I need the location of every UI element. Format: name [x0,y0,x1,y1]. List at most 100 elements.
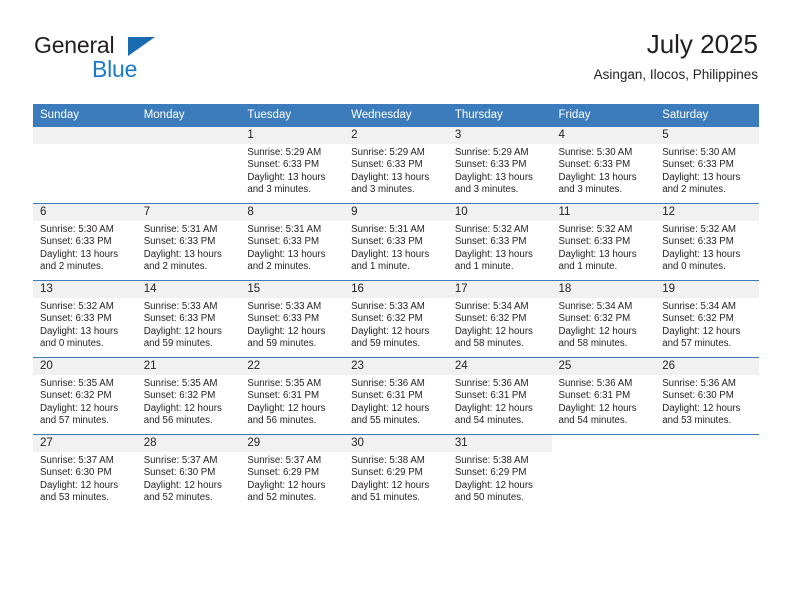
calendar-cell [136,127,241,204]
day-number: 1 [240,127,345,144]
daylight-text-line1: Daylight: 13 hours [558,248,637,260]
triangle-icon [128,37,155,56]
daylight-text-line2: and 1 minute. [454,260,514,272]
day-number: 6 [33,204,137,221]
calendar-day-cell[interactable]: 11 Sunrise: 5:32 AM Sunset: 6:33 PM Dayligh… [551,204,656,280]
calendar-day-cell[interactable]: 9 Sunrise: 5:31 AM Sunset: 6:33 PM Daylight… [344,204,448,280]
sunset-text: Sunset: 6:33 PM [143,236,216,248]
calendar-day-cell[interactable]: 29 Sunrise: 5:37 AM Sunset: 6:29 PM Dayligh… [240,435,345,511]
brand-logo[interactable]: General Blue [34,32,254,92]
sunrise-text: Sunrise: 5:29 AM [454,147,529,158]
calendar-cell: 16 Sunrise: 5:33 AM Sunset: 6:32 PM Dayligh… [344,280,448,358]
day-details: Sunrise: 5:35 AM Sunset: 6:32 PM Daylight:… [137,375,241,427]
calendar-header-row: Sunday Monday Tuesday Wednesday Thursday Frid… [33,104,759,127]
daylight-text-line2: and 53 minutes. [662,414,732,426]
daylight-text-line2: and 58 minutes. [558,337,628,349]
calendar-day-cell[interactable]: 27 Sunrise: 5:37 AM Sunset: 6:30 PM Dayligh… [33,435,137,511]
calendar-cell: 25 Sunrise: 5:36 AM Sunset: 6:31 PM Dayligh… [551,357,656,435]
calendar-day-cell[interactable]: 8 Sunrise: 5:31 AM Sunset: 6:33 PM Daylight… [240,204,345,280]
calendar-day-cell[interactable]: 21 Sunrise: 5:35 AM Sunset: 6:32 PM Dayligh… [136,358,241,434]
sunset-text: Sunset: 6:31 PM [247,390,320,402]
day-details: Sunrise: 5:36 AM Sunset: 6:31 PM Daylight:… [552,375,656,427]
calendar-day-cell[interactable]: 30 Sunrise: 5:38 AM Sunset: 6:29 PM Dayligh… [344,435,448,511]
day-number: 24 [447,358,552,375]
calendar-day-cell[interactable]: 13 Sunrise: 5:32 AM Sunset: 6:33 PM Dayligh… [33,281,137,357]
calendar-cell: 12 Sunrise: 5:32 AM Sunset: 6:33 PM Dayligh… [655,203,759,281]
daylight-text-line1: Daylight: 13 hours [40,248,119,260]
weekday-header-tuesday: Tuesday [240,104,345,127]
calendar-day-cell[interactable]: 19 Sunrise: 5:34 AM Sunset: 6:32 PM Dayligh… [655,281,759,357]
calendar-day-cell[interactable]: 24 Sunrise: 5:36 AM Sunset: 6:31 PM Dayligh… [447,358,552,434]
calendar-day-cell[interactable]: 16 Sunrise: 5:33 AM Sunset: 6:32 PM Dayligh… [344,281,448,357]
day-number: 23 [344,358,448,375]
calendar-day-cell[interactable]: 31 Sunrise: 5:38 AM Sunset: 6:29 PM Dayligh… [447,435,552,511]
calendar-day-cell[interactable]: 18 Sunrise: 5:34 AM Sunset: 6:32 PM Dayligh… [551,281,656,357]
day-details: Sunrise: 5:35 AM Sunset: 6:31 PM Daylight:… [240,375,344,427]
calendar-day-cell[interactable]: 28 Sunrise: 5:37 AM Sunset: 6:30 PM Dayligh… [136,435,241,511]
calendar-cell: 18 Sunrise: 5:34 AM Sunset: 6:32 PM Dayligh… [551,280,656,358]
calendar-day-cell[interactable]: 2 Sunrise: 5:29 AM Sunset: 6:33 PM Daylight… [344,127,448,203]
calendar-day-cell[interactable]: 7 Sunrise: 5:31 AM Sunset: 6:33 PM Daylight… [136,204,241,280]
day-number: 9 [344,204,448,221]
page-subtitle: Asingan, Ilocos, Philippines [593,67,758,82]
calendar-day-cell[interactable]: 17 Sunrise: 5:34 AM Sunset: 6:32 PM Dayligh… [447,281,552,357]
day-details: Sunrise: 5:37 AM Sunset: 6:30 PM Daylight:… [33,452,137,504]
daylight-text-line1: Daylight: 12 hours [247,325,326,337]
sunset-text: Sunset: 6:29 PM [351,467,423,479]
calendar-week-row: 1 Sunrise: 5:29 AM Sunset: 6:33 PM Daylight… [33,127,759,204]
day-number: 11 [551,204,656,221]
sunrise-text: Sunrise: 5:29 AM [351,147,425,158]
sunrise-text: Sunrise: 5:32 AM [558,224,633,235]
day-number: 7 [136,204,241,221]
day-details: Sunrise: 5:32 AM Sunset: 6:33 PM Daylight:… [552,221,656,273]
day-details: Sunrise: 5:35 AM Sunset: 6:32 PM Daylight:… [33,375,137,427]
sunrise-text: Sunrise: 5:34 AM [454,301,529,312]
daylight-text-line2: and 52 minutes. [143,491,213,503]
calendar-day-cell-empty [136,127,241,203]
calendar-day-cell[interactable]: 4 Sunrise: 5:30 AM Sunset: 6:33 PM Daylight… [551,127,656,203]
calendar-cell: 7 Sunrise: 5:31 AM Sunset: 6:33 PM Daylight… [136,203,241,281]
sunset-text: Sunset: 6:29 PM [247,467,320,479]
calendar-day-cell[interactable]: 12 Sunrise: 5:32 AM Sunset: 6:33 PM Dayligh… [655,204,759,280]
daylight-text-line2: and 3 minutes. [351,183,415,195]
calendar-day-cell[interactable]: 3 Sunrise: 5:29 AM Sunset: 6:33 PM Daylight… [447,127,552,203]
calendar-day-cell[interactable]: 22 Sunrise: 5:35 AM Sunset: 6:31 PM Dayligh… [240,358,345,434]
sunrise-text: Sunrise: 5:36 AM [558,378,633,389]
sunrise-text: Sunrise: 5:33 AM [143,301,218,312]
day-details: Sunrise: 5:37 AM Sunset: 6:30 PM Daylight:… [137,452,241,504]
weekday-header-monday: Monday [136,104,241,127]
calendar-day-cell[interactable]: 20 Sunrise: 5:35 AM Sunset: 6:32 PM Dayligh… [33,358,137,434]
calendar-day-cell[interactable]: 25 Sunrise: 5:36 AM Sunset: 6:31 PM Dayligh… [551,358,656,434]
sunrise-text: Sunrise: 5:30 AM [662,147,736,158]
calendar-day-cell[interactable]: 10 Sunrise: 5:32 AM Sunset: 6:33 PM Dayligh… [447,204,552,280]
calendar-day-cell[interactable]: 26 Sunrise: 5:36 AM Sunset: 6:30 PM Dayligh… [655,358,759,434]
day-details: Sunrise: 5:36 AM Sunset: 6:31 PM Daylight:… [448,375,552,427]
calendar-day-cell[interactable]: 15 Sunrise: 5:33 AM Sunset: 6:33 PM Dayligh… [240,281,345,357]
daylight-text-line1: Daylight: 12 hours [454,479,533,491]
sunset-text: Sunset: 6:31 PM [351,390,423,402]
day-details: Sunrise: 5:29 AM Sunset: 6:33 PM Daylight:… [344,144,448,196]
day-number: 3 [447,127,552,144]
calendar-day-cell[interactable]: 6 Sunrise: 5:30 AM Sunset: 6:33 PM Daylight… [33,204,137,280]
day-number: 5 [655,127,759,144]
daylight-text-line2: and 55 minutes. [351,414,421,426]
sunrise-text: Sunrise: 5:36 AM [662,378,736,389]
sunset-text: Sunset: 6:32 PM [143,390,216,402]
calendar-cell [655,434,759,511]
daylight-text-line1: Daylight: 12 hours [40,479,119,491]
calendar-day-cell[interactable]: 5 Sunrise: 5:30 AM Sunset: 6:33 PM Daylight… [655,127,759,203]
sunset-text: Sunset: 6:33 PM [40,313,112,325]
daylight-text-line1: Daylight: 12 hours [662,402,741,414]
calendar-cell: 8 Sunrise: 5:31 AM Sunset: 6:33 PM Daylight… [240,203,345,281]
calendar-day-cell[interactable]: 1 Sunrise: 5:29 AM Sunset: 6:33 PM Daylight… [240,127,345,203]
calendar-day-cell[interactable]: 14 Sunrise: 5:33 AM Sunset: 6:33 PM Dayligh… [136,281,241,357]
daylight-text-line2: and 3 minutes. [558,183,623,195]
sunset-text: Sunset: 6:30 PM [40,467,112,479]
day-details: Sunrise: 5:37 AM Sunset: 6:29 PM Daylight:… [240,452,344,504]
daylight-text-line1: Daylight: 12 hours [558,402,637,414]
daylight-text-line2: and 1 minute. [558,260,618,272]
daylight-text-line1: Daylight: 13 hours [40,325,119,337]
daylight-text-line1: Daylight: 13 hours [247,248,326,260]
daylight-text-line2: and 0 minutes. [662,260,726,272]
calendar-day-cell[interactable]: 23 Sunrise: 5:36 AM Sunset: 6:31 PM Dayligh… [344,358,448,434]
